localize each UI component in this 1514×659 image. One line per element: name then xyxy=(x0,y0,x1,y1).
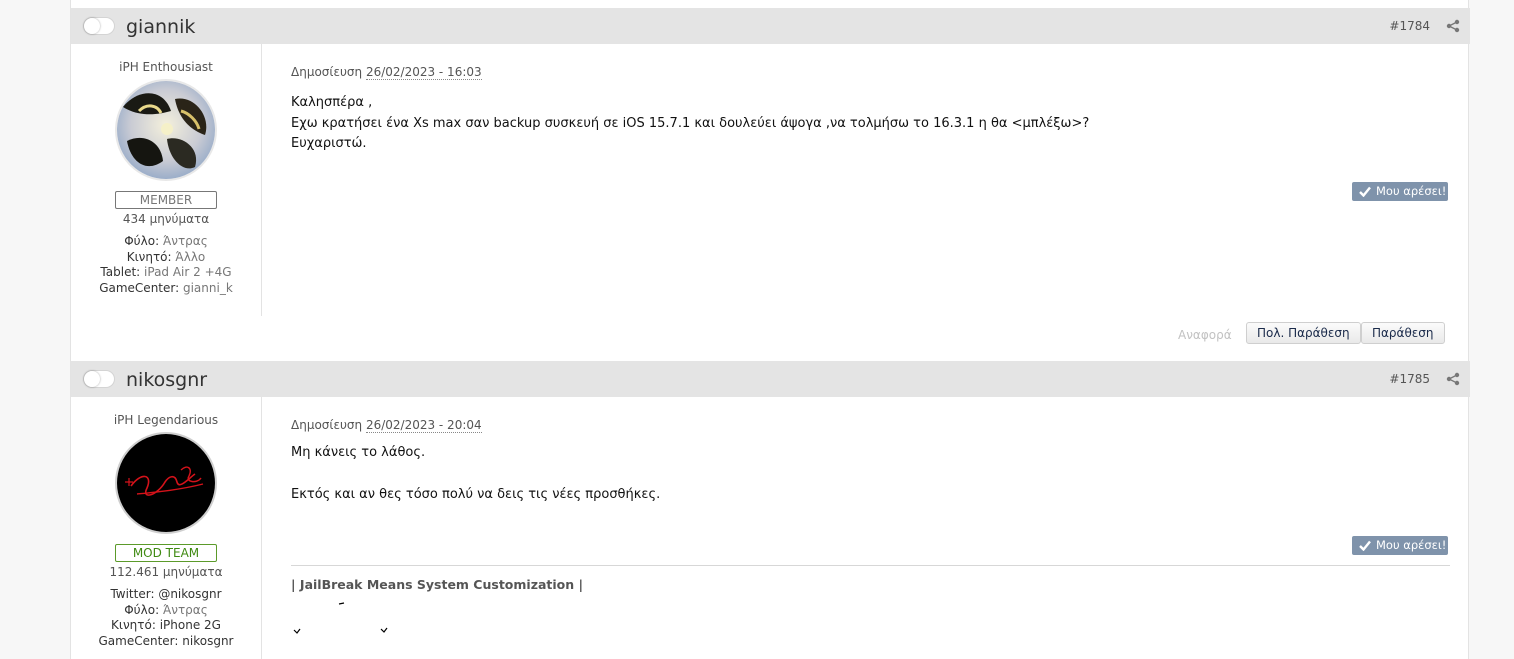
post-date: Δημοσίευση 26/02/2023 - 16:03 xyxy=(291,65,1450,80)
field-key: Φύλο: xyxy=(124,602,160,617)
user-field: Tablet: iPad Air 2 +4G xyxy=(71,265,261,281)
post-1784: giannik #1784 iPH Enthousiast MEMBER 434… xyxy=(71,8,1470,358)
field-key: Κινητό: xyxy=(111,618,156,632)
user-panel: iPH Enthousiast MEMBER 434 μηνύματα Φύλο… xyxy=(71,44,262,316)
post-line xyxy=(291,463,1450,484)
post-date-label: Δημοσίευση xyxy=(291,418,363,432)
post-date: Δημοσίευση 26/02/2023 - 20:04 xyxy=(291,418,1450,433)
user-field: Twitter: @nikosgnr xyxy=(71,587,261,603)
user-title: iPH Enthousiast xyxy=(119,60,213,74)
field-value: Άντρας xyxy=(162,234,208,248)
post-header: nikosgnr #1785 xyxy=(71,361,1470,397)
post-line: Μη κάνεις το λάθος. xyxy=(291,445,426,460)
user-title: iPH Legendarious xyxy=(113,413,219,427)
signature-text: | JailBreak Means System Customization | xyxy=(291,577,584,592)
post-line: Καλησπέρα , xyxy=(291,95,373,110)
post-number-link[interactable]: #1785 xyxy=(1389,372,1430,386)
avatar[interactable] xyxy=(115,432,217,534)
post-date-value: 26/02/2023 - 16:03 xyxy=(365,65,482,80)
field-value: Άλλο xyxy=(175,249,206,264)
user-field: Κινητό: Άλλο xyxy=(71,250,261,266)
status-knob xyxy=(84,371,100,387)
post-number-link[interactable]: #1784 xyxy=(1389,19,1430,33)
field-key: GameCenter: xyxy=(99,280,180,295)
field-value: iPhone 2G xyxy=(159,618,221,632)
like-label: Μου αρέσει! xyxy=(1376,538,1447,552)
field-key: Twitter: xyxy=(110,587,155,601)
online-status-toggle xyxy=(83,370,115,388)
user-panel: iPH Legendarious MOD TEAM 112.461 μηνύμα… xyxy=(71,397,262,659)
post-body: Δημοσίευση 26/02/2023 - 16:03 Καλησπέρα … xyxy=(291,44,1450,201)
signature-image xyxy=(293,602,388,634)
share-icon[interactable] xyxy=(1446,19,1460,33)
post-content: Μη κάνεις το λάθος. Εκτός και αν θες τόσ… xyxy=(291,442,1450,505)
field-value: Άντρας xyxy=(162,602,208,617)
post-date-label: Δημοσίευση xyxy=(291,65,363,79)
like-button[interactable]: Μου αρέσει! xyxy=(1352,536,1448,555)
post-line: Εκτός και αν θες τόσο πολύ να δεις τις ν… xyxy=(291,487,661,502)
message-count: 112.461 μηνύματα xyxy=(109,565,223,579)
field-key: Φύλο: xyxy=(124,234,160,248)
field-value: gianni_k xyxy=(182,280,233,295)
like-button[interactable]: Μου αρέσει! xyxy=(1352,182,1448,201)
status-knob xyxy=(84,18,100,34)
user-field: GameCenter: nikosgnr xyxy=(71,634,261,650)
check-icon xyxy=(1359,540,1371,551)
message-count: 434 μηνύματα xyxy=(122,212,210,226)
signature-divider xyxy=(291,565,1450,566)
quote-button[interactable]: Παράθεση xyxy=(1361,322,1445,344)
field-key: Tablet: xyxy=(100,265,141,279)
field-key: GameCenter: xyxy=(98,633,179,648)
post-date-value: 26/02/2023 - 20:04 xyxy=(365,418,482,433)
username-link[interactable]: nikosgnr xyxy=(126,369,207,391)
forum-thread: giannik #1784 iPH Enthousiast MEMBER 434… xyxy=(70,0,1470,659)
post-line: Ευχαριστώ. xyxy=(291,136,367,151)
post-footer: Αναφορά Πολ. Παράθεση Παράθεση xyxy=(71,320,1470,350)
post-1785: nikosgnr #1785 iPH Legendarious MOD TEAM… xyxy=(71,361,1470,659)
rank-badge: MOD TEAM xyxy=(115,544,217,562)
post-header: giannik #1784 xyxy=(71,8,1470,44)
user-fields: Φύλο: Άντρας Κινητό: Άλλο Tablet: iPad A… xyxy=(71,234,261,296)
share-icon[interactable] xyxy=(1446,372,1460,386)
field-value: @nikosgnr xyxy=(158,587,222,601)
report-link[interactable]: Αναφορά xyxy=(1178,328,1232,342)
user-field: Φύλο: Άντρας xyxy=(71,234,261,250)
post-line: Εχω κρατήσει ένα Xs max σαν backup συσκε… xyxy=(291,115,1090,131)
avatar-image xyxy=(117,81,215,179)
username-link[interactable]: giannik xyxy=(126,16,195,38)
check-icon xyxy=(1359,186,1371,197)
user-field: Φύλο: Άντρας xyxy=(71,603,261,619)
online-status-toggle xyxy=(83,17,115,35)
avatar[interactable] xyxy=(115,79,217,181)
like-label: Μου αρέσει! xyxy=(1376,184,1447,198)
user-field: GameCenter: gianni_k xyxy=(71,281,261,297)
post-content: Καλησπέρα , Εχω κρατήσει ένα Xs max σαν … xyxy=(291,93,1450,155)
field-key: Κινητό: xyxy=(126,249,172,264)
post-body: Δημοσίευση 26/02/2023 - 20:04 Μη κάνεις … xyxy=(291,397,1450,634)
avatar-image xyxy=(117,434,215,532)
multiquote-button[interactable]: Πολ. Παράθεση xyxy=(1246,322,1361,344)
rank-badge: MEMBER xyxy=(115,191,217,209)
field-value: iPad Air 2 +4G xyxy=(144,265,232,279)
field-value: nikosgnr xyxy=(182,633,234,648)
user-field: Κινητό: iPhone 2G xyxy=(71,618,261,634)
user-fields: Twitter: @nikosgnr Φύλο: Άντρας Κινητό: … xyxy=(71,587,261,649)
